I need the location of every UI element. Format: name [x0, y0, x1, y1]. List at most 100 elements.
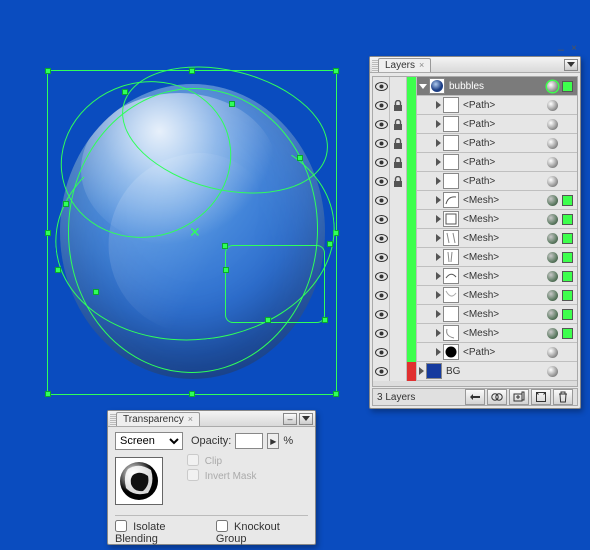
new-layer-button[interactable] [531, 389, 551, 405]
layer-label[interactable]: <Mesh> [459, 252, 545, 263]
lock-toggle[interactable] [390, 343, 407, 362]
target-icon[interactable] [547, 195, 558, 206]
selection-indicator[interactable] [562, 271, 573, 282]
sublayer-row[interactable]: <Mesh> [373, 324, 577, 343]
panel-menu-button[interactable] [299, 413, 313, 425]
transparency-panel[interactable]: Transparency × – Screen Opacity: ▶ % [107, 410, 316, 545]
new-sublayer-button[interactable] [509, 389, 529, 405]
layers-panel[interactable]: – × Layers × bubbles<Path><Path><Path><P… [369, 56, 581, 409]
sublayer-row[interactable]: <Path> [373, 153, 577, 172]
selection-indicator[interactable] [562, 138, 573, 149]
layer-thumbnail[interactable] [443, 306, 459, 322]
layer-thumbnail[interactable] [429, 78, 445, 94]
target-icon[interactable] [547, 309, 558, 320]
sublayer-row[interactable]: <Mesh> [373, 191, 577, 210]
lock-toggle[interactable] [390, 324, 407, 343]
sublayer-row[interactable]: <Path> [373, 115, 577, 134]
lock-toggle[interactable] [390, 96, 407, 115]
expand-toggle-icon[interactable] [436, 101, 441, 109]
tab-transparency[interactable]: Transparency × [116, 412, 200, 426]
lock-toggle[interactable] [390, 210, 407, 229]
lock-toggle[interactable] [390, 229, 407, 248]
layer-thumbnail[interactable] [443, 173, 459, 189]
tab-layers[interactable]: Layers × [378, 58, 431, 72]
layer-label[interactable]: <Mesh> [459, 233, 545, 244]
layer-label[interactable]: <Path> [459, 347, 545, 358]
blend-mode-select[interactable]: Screen [115, 432, 183, 450]
selection-indicator[interactable] [562, 195, 573, 206]
layer-label[interactable]: bubbles [445, 81, 545, 92]
expand-toggle-icon[interactable] [436, 196, 441, 204]
sublayer-row[interactable]: <Path> [373, 96, 577, 115]
selection-indicator[interactable] [562, 157, 573, 168]
sublayer-row[interactable]: <Mesh> [373, 210, 577, 229]
expand-toggle-icon[interactable] [436, 215, 441, 223]
sublayer-row[interactable]: <Path> [373, 172, 577, 191]
visibility-toggle[interactable] [373, 210, 390, 229]
lock-toggle[interactable] [390, 134, 407, 153]
expand-toggle-icon[interactable] [436, 348, 441, 356]
layers-list[interactable]: bubbles<Path><Path><Path><Path><Path><Me… [372, 76, 578, 387]
layer-row[interactable]: BG [373, 362, 577, 381]
visibility-toggle[interactable] [373, 286, 390, 305]
panel-grip-icon[interactable] [110, 414, 116, 426]
close-tab-icon[interactable]: × [188, 414, 193, 424]
layer-thumbnail[interactable] [443, 116, 459, 132]
visibility-toggle[interactable] [373, 134, 390, 153]
selection-indicator[interactable] [562, 81, 573, 92]
visibility-toggle[interactable] [373, 267, 390, 286]
expand-toggle-icon[interactable] [436, 291, 441, 299]
expand-toggle-icon[interactable] [419, 84, 427, 89]
sublayer-row[interactable]: <Mesh> [373, 248, 577, 267]
lock-toggle[interactable] [390, 153, 407, 172]
layer-label[interactable]: <Mesh> [459, 290, 545, 301]
visibility-toggle[interactable] [373, 96, 390, 115]
expand-toggle-icon[interactable] [436, 177, 441, 185]
panel-menu-button[interactable] [564, 59, 578, 71]
lock-toggle[interactable] [390, 248, 407, 267]
sublayer-row[interactable]: <Mesh> [373, 305, 577, 324]
layer-label[interactable]: <Mesh> [459, 309, 545, 320]
layer-label[interactable]: <Path> [459, 157, 545, 168]
layer-label[interactable]: <Mesh> [459, 328, 545, 339]
opacity-flyout-icon[interactable]: ▶ [267, 433, 279, 449]
target-icon[interactable] [547, 366, 558, 377]
visibility-toggle[interactable] [373, 248, 390, 267]
layer-label[interactable]: BG [442, 366, 545, 377]
sublayer-row[interactable]: <Mesh> [373, 286, 577, 305]
isolate-blending-row[interactable]: Isolate Blending [115, 520, 206, 545]
selection-indicator[interactable] [562, 366, 573, 377]
layer-thumbnail[interactable] [443, 287, 459, 303]
layer-thumbnail[interactable] [443, 97, 459, 113]
lock-toggle[interactable] [390, 191, 407, 210]
layer-thumbnail[interactable] [443, 230, 459, 246]
delete-layer-button[interactable] [553, 389, 573, 405]
expand-toggle-icon[interactable] [436, 310, 441, 318]
layer-label[interactable]: <Path> [459, 100, 545, 111]
sublayer-row[interactable]: <Path> [373, 134, 577, 153]
target-icon[interactable] [547, 81, 558, 92]
expand-toggle-icon[interactable] [436, 234, 441, 242]
layer-label[interactable]: <Path> [459, 119, 545, 130]
sublayer-row[interactable]: <Mesh> [373, 267, 577, 286]
expand-toggle-icon[interactable] [436, 158, 441, 166]
lock-toggle[interactable] [390, 362, 407, 381]
selection-indicator[interactable] [562, 290, 573, 301]
sublayer-row[interactable]: <Path> [373, 343, 577, 362]
panel-minimize-button[interactable]: – [283, 413, 297, 425]
visibility-toggle[interactable] [373, 305, 390, 324]
visibility-toggle[interactable] [373, 229, 390, 248]
expand-toggle-icon[interactable] [436, 139, 441, 147]
target-icon[interactable] [547, 233, 558, 244]
layer-label[interactable]: <Mesh> [459, 214, 545, 225]
panel-grip-icon[interactable] [372, 60, 378, 72]
visibility-toggle[interactable] [373, 343, 390, 362]
target-icon[interactable] [547, 119, 558, 130]
visibility-toggle[interactable] [373, 153, 390, 172]
layer-thumbnail[interactable] [426, 363, 442, 379]
selection-indicator[interactable] [562, 347, 573, 358]
panel-close-button[interactable]: × [571, 43, 577, 54]
visibility-toggle[interactable] [373, 191, 390, 210]
selection-indicator[interactable] [562, 214, 573, 225]
layer-thumbnail[interactable] [443, 211, 459, 227]
